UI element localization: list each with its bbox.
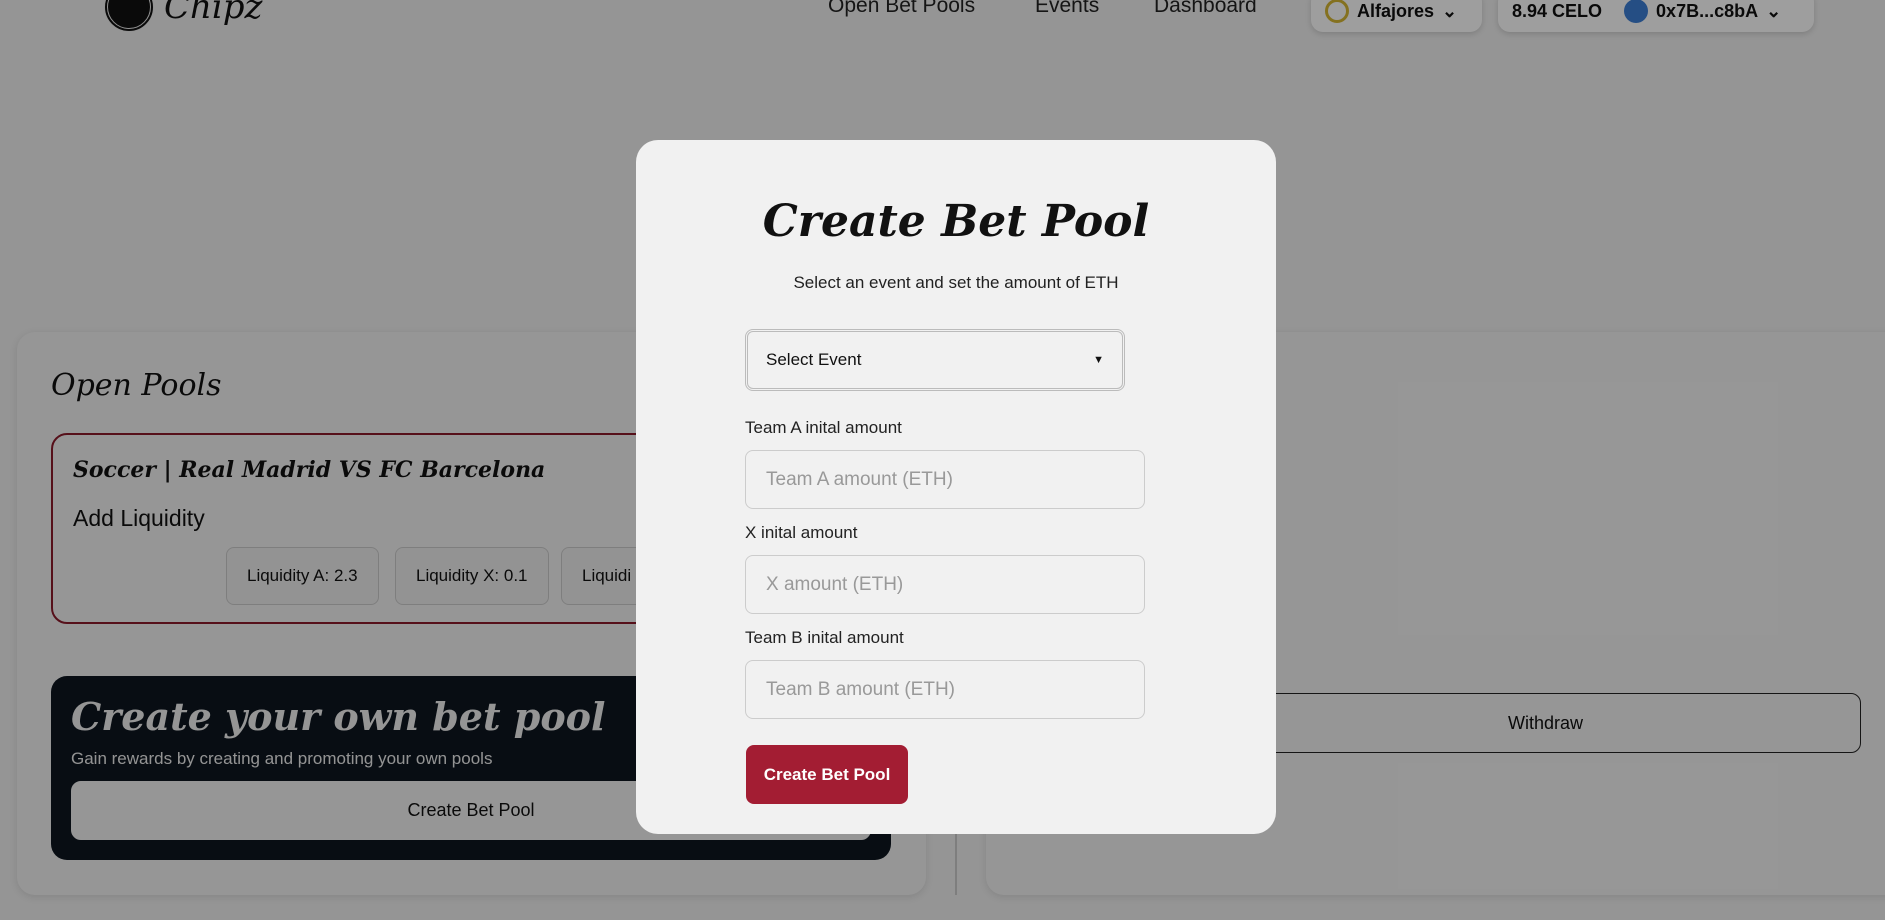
modal-title: Create Bet Pool: [762, 196, 1150, 247]
team-b-amount-input[interactable]: [745, 660, 1145, 719]
event-select-value: Select Event: [766, 350, 862, 369]
team-a-label: Team A inital amount: [745, 418, 902, 437]
modal-subtitle: Select an event and set the amount of ET…: [793, 273, 1119, 292]
team-b-label: Team B inital amount: [745, 628, 904, 647]
event-select[interactable]: Select Event ▼: [745, 329, 1125, 391]
x-label: X inital amount: [745, 523, 858, 542]
caret-down-icon: ▼: [1093, 354, 1104, 366]
submit-create-bet-pool-button[interactable]: Create Bet Pool: [746, 745, 908, 804]
x-amount-input[interactable]: [745, 555, 1145, 614]
create-bet-pool-modal: Create Bet Pool Select an event and set …: [636, 140, 1276, 834]
team-a-amount-input[interactable]: [745, 450, 1145, 509]
